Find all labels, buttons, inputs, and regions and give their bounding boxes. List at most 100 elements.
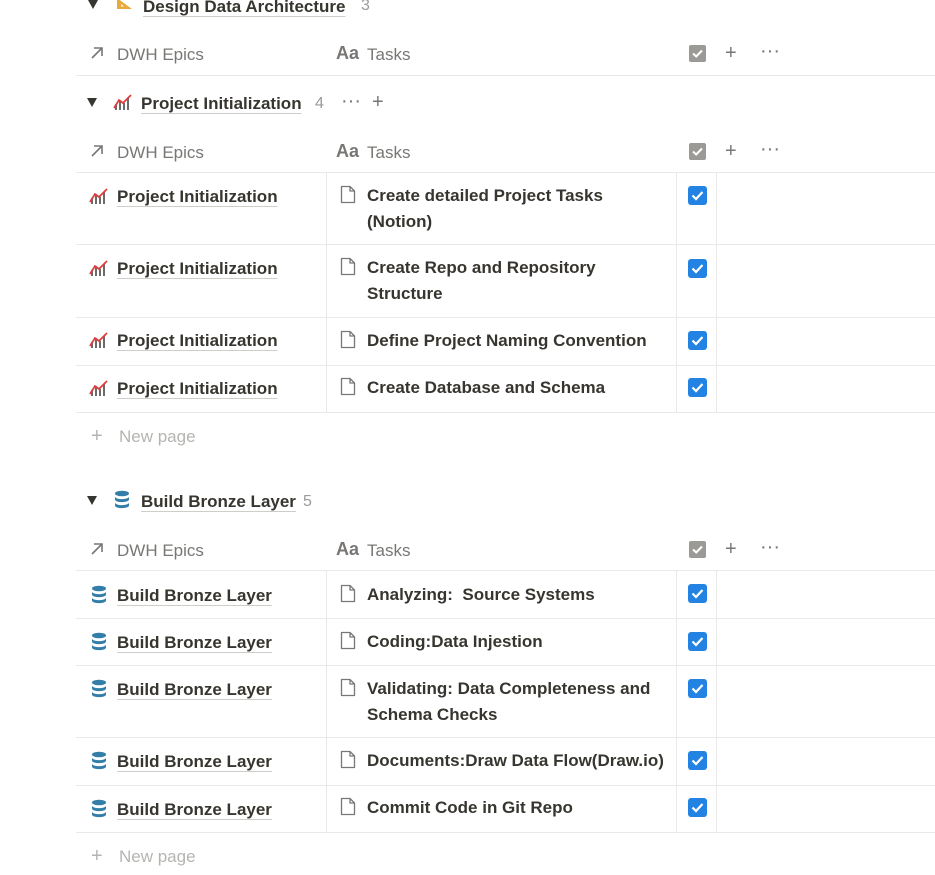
database-icon: [114, 490, 130, 515]
new-page-button[interactable]: New page: [119, 427, 196, 447]
epic-link[interactable]: Project Initialization: [117, 187, 278, 207]
divider: [76, 665, 935, 666]
chart-icon: [89, 380, 109, 403]
column-divider: [676, 172, 677, 412]
page-icon: [340, 185, 356, 209]
done-checkbox[interactable]: [688, 632, 707, 651]
done-checkbox[interactable]: [688, 259, 707, 278]
new-page-button[interactable]: New page: [119, 847, 196, 867]
page-icon: [340, 750, 356, 774]
divider: [76, 412, 935, 413]
group-title[interactable]: Build Bronze Layer: [141, 492, 296, 512]
task-title[interactable]: Documents:Draw Data Flow(Draw.io): [367, 748, 667, 774]
column-divider: [326, 570, 327, 832]
group-count: 5: [303, 493, 312, 510]
task-title[interactable]: Commit Code in Git Repo: [367, 795, 667, 821]
task-title[interactable]: Define Project Naming Convention: [367, 328, 667, 354]
collapse-toggle-icon[interactable]: [88, 0, 98, 9]
chart-icon: [89, 188, 109, 211]
checkbox-property-icon[interactable]: [689, 541, 706, 558]
divider: [76, 618, 935, 619]
column-header-epics[interactable]: DWH Epics: [117, 541, 204, 561]
relation-icon: [89, 45, 105, 66]
task-title[interactable]: Validating: Data Completeness and Schema…: [367, 676, 667, 728]
more-options-icon[interactable]: ···: [760, 41, 780, 61]
divider: [76, 832, 935, 833]
divider: [76, 75, 935, 76]
database-icon: [91, 632, 107, 657]
epic-link[interactable]: Build Bronze Layer: [117, 586, 272, 606]
page-icon: [340, 584, 356, 608]
column-header-tasks[interactable]: Tasks: [367, 45, 410, 65]
add-property-icon[interactable]: +: [725, 539, 737, 559]
divider: [76, 737, 935, 738]
new-page-plus-icon[interactable]: +: [91, 846, 103, 866]
group-add-icon[interactable]: +: [372, 92, 384, 112]
column-divider: [326, 172, 327, 412]
done-checkbox[interactable]: [688, 378, 707, 397]
more-options-icon[interactable]: ···: [760, 537, 780, 557]
divider: [76, 570, 935, 571]
column-divider: [716, 570, 717, 832]
divider: [76, 172, 935, 173]
divider: [76, 365, 935, 366]
divider: [76, 317, 935, 318]
column-header-tasks[interactable]: Tasks: [367, 143, 410, 163]
page-icon: [340, 377, 356, 401]
page-icon: [340, 631, 356, 655]
epic-link[interactable]: Build Bronze Layer: [117, 633, 272, 653]
title-property-icon: Aa: [336, 539, 360, 559]
epic-link[interactable]: Project Initialization: [117, 259, 278, 279]
relation-icon: [89, 541, 105, 562]
add-property-icon[interactable]: +: [725, 141, 737, 161]
epic-link[interactable]: Project Initialization: [117, 331, 278, 351]
done-checkbox[interactable]: [688, 584, 707, 603]
epic-link[interactable]: Build Bronze Layer: [117, 680, 272, 700]
done-checkbox[interactable]: [688, 798, 707, 817]
done-checkbox[interactable]: [688, 331, 707, 350]
task-title[interactable]: Create Repo and Repository Structure: [367, 255, 607, 307]
page-icon: [340, 330, 356, 354]
epic-link[interactable]: Project Initialization: [117, 379, 278, 399]
title-property-icon: Aa: [336, 43, 360, 63]
group-count: 3: [361, 0, 370, 14]
done-checkbox[interactable]: [688, 186, 707, 205]
checkbox-property-icon[interactable]: [689, 143, 706, 160]
page-icon: [340, 678, 356, 702]
task-title[interactable]: Coding:Data Injestion: [367, 629, 667, 655]
column-header-tasks[interactable]: Tasks: [367, 541, 410, 561]
chart-icon: [89, 260, 109, 283]
group-more-icon[interactable]: ···: [341, 91, 361, 111]
more-options-icon[interactable]: ···: [760, 139, 780, 159]
page-icon: [340, 797, 356, 821]
divider: [76, 244, 935, 245]
chart-icon: [89, 332, 109, 355]
column-header-epics[interactable]: DWH Epics: [117, 143, 204, 163]
chart-icon: [113, 94, 133, 117]
add-property-icon[interactable]: +: [725, 43, 737, 63]
epic-link[interactable]: Build Bronze Layer: [117, 752, 272, 772]
done-checkbox[interactable]: [688, 679, 707, 698]
collapse-toggle-icon[interactable]: [87, 496, 97, 505]
database-icon: [91, 751, 107, 776]
triangle-ruler-icon: [115, 0, 135, 16]
database-icon: [91, 799, 107, 824]
title-property-icon: Aa: [336, 141, 360, 161]
page-icon: [340, 257, 356, 281]
group-title[interactable]: Project Initialization: [141, 94, 302, 114]
collapse-toggle-icon[interactable]: [87, 98, 97, 107]
group-title[interactable]: Design Data Architecture: [143, 0, 345, 17]
column-divider: [716, 172, 717, 412]
done-checkbox[interactable]: [688, 751, 707, 770]
task-title[interactable]: Create detailed Project Tasks (Notion): [367, 183, 667, 235]
group-count: 4: [315, 95, 324, 112]
checkbox-property-icon[interactable]: [689, 45, 706, 62]
database-icon: [91, 585, 107, 610]
column-header-epics[interactable]: DWH Epics: [117, 45, 204, 65]
database-icon: [91, 679, 107, 704]
new-page-plus-icon[interactable]: +: [91, 426, 103, 446]
task-title[interactable]: Create Database and Schema: [367, 375, 667, 401]
task-title[interactable]: Analyzing: Source Systems: [367, 582, 667, 608]
epic-link[interactable]: Build Bronze Layer: [117, 800, 272, 820]
divider: [76, 785, 935, 786]
